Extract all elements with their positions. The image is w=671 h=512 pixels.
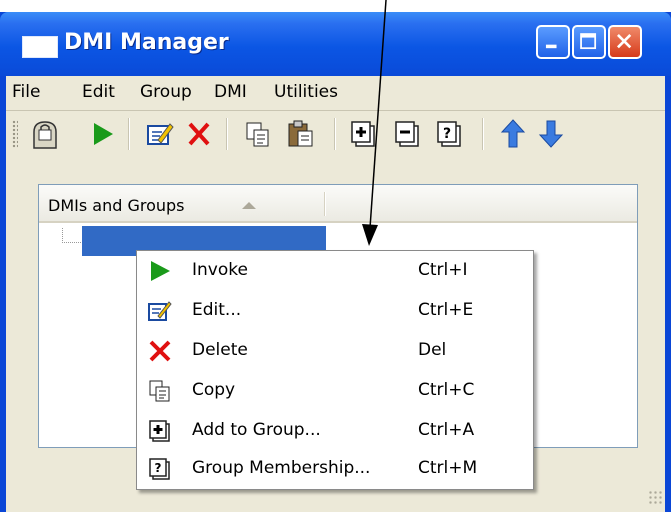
context-menu-label: Group Membership...: [192, 458, 371, 478]
menu-utilities[interactable]: Utilities: [274, 82, 338, 102]
context-menu-item-copy[interactable]: Copy Ctrl+C: [136, 372, 534, 410]
close-button[interactable]: [608, 25, 642, 59]
context-menu-label: Delete: [192, 340, 248, 360]
context-menu-item-add-to-group[interactable]: Add to Group... Ctrl+A: [136, 412, 534, 450]
minimize-icon: [545, 44, 557, 49]
add-to-group-icon: [149, 420, 170, 442]
maximize-button[interactable]: [572, 25, 606, 59]
properties-icon[interactable]: [28, 118, 62, 150]
tree-connector: [62, 228, 81, 243]
context-menu-shortcut: Ctrl+I: [418, 260, 468, 280]
copy-icon[interactable]: [244, 120, 272, 148]
context-menu-item-delete[interactable]: Delete Del: [136, 332, 534, 370]
invoke-icon[interactable]: [90, 120, 116, 148]
svg-text:?: ?: [443, 126, 451, 142]
column-divider[interactable]: [324, 192, 326, 216]
context-menu-shortcut: Ctrl+M: [418, 458, 478, 478]
menu-file[interactable]: File: [12, 82, 40, 102]
move-up-icon[interactable]: [500, 118, 526, 150]
add-to-group-icon[interactable]: [350, 120, 378, 148]
resize-grip[interactable]: [648, 490, 664, 506]
toolbar-separator: [334, 118, 336, 150]
toolbar-separator: [128, 118, 130, 150]
context-menu-shortcut: Del: [418, 340, 447, 360]
edit-icon: [148, 301, 172, 321]
context-menu-label: Edit...: [192, 300, 242, 320]
context-menu-shortcut: Ctrl+E: [418, 300, 474, 320]
context-menu-item-group-membership[interactable]: ? Group Membership... Ctrl+M: [136, 450, 534, 488]
context-menu-shortcut: Ctrl+C: [418, 380, 475, 400]
edit-icon[interactable]: [146, 120, 174, 148]
window-icon: [22, 36, 58, 58]
context-menu-shortcut: Ctrl+A: [418, 420, 475, 440]
context-menu-label: Copy: [192, 380, 236, 400]
toolbar-separator: [226, 118, 228, 150]
group-membership-icon: ?: [149, 458, 170, 480]
menu-divider: [6, 110, 665, 111]
context-menu-item-invoke[interactable]: Invoke Ctrl+I: [136, 252, 534, 290]
context-menu-label: Add to Group...: [192, 420, 321, 440]
toolbar-grip[interactable]: [12, 120, 18, 148]
paste-icon[interactable]: [286, 118, 316, 148]
invoke-icon: [151, 261, 170, 281]
delete-icon[interactable]: [186, 120, 212, 148]
window-title: DMI Manager: [64, 30, 229, 55]
remove-from-group-icon[interactable]: [394, 120, 422, 148]
move-down-icon[interactable]: [538, 118, 564, 150]
menu-dmi[interactable]: DMI: [214, 82, 247, 102]
copy-icon: [149, 380, 170, 402]
maximize-icon: [580, 33, 597, 50]
close-icon: [617, 34, 632, 49]
minimize-button[interactable]: [536, 25, 570, 59]
sort-ascending-icon: [242, 202, 256, 209]
group-membership-icon[interactable]: ?: [436, 120, 464, 148]
menu-group[interactable]: Group: [140, 82, 192, 102]
svg-text:?: ?: [155, 461, 162, 475]
delete-icon: [149, 340, 171, 362]
column-header-label: DMIs and Groups: [48, 196, 185, 215]
toolbar-separator: [482, 118, 484, 150]
context-menu-item-edit[interactable]: Edit... Ctrl+E: [136, 292, 534, 330]
context-menu-label: Invoke: [192, 260, 248, 280]
menu-edit[interactable]: Edit: [82, 82, 115, 102]
